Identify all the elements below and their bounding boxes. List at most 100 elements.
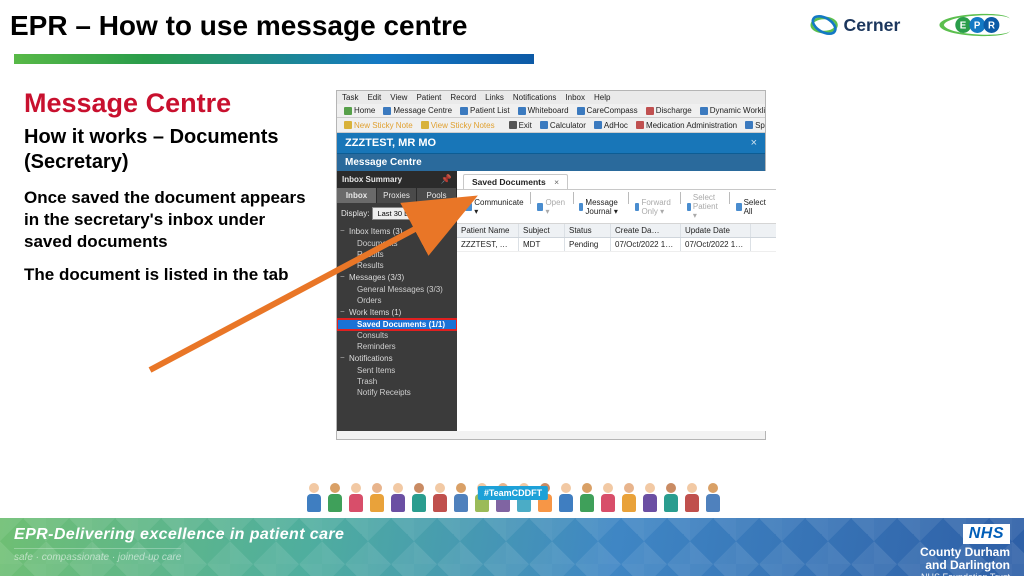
tool-new-sticky-note[interactable]: New Sticky Note xyxy=(341,120,416,131)
inbox-sidebar: Inbox Summary 📌 InboxProxiesPools Displa… xyxy=(337,171,457,431)
cartoon-person xyxy=(599,483,617,512)
menu-record[interactable]: Record xyxy=(450,93,476,102)
cartoon-person xyxy=(326,483,344,512)
tree-item-trash[interactable]: Trash xyxy=(337,376,457,387)
tool-medication-administration[interactable]: Medication Administration xyxy=(633,120,740,131)
sub-heading: How it works – Documents (Secretary) xyxy=(24,125,314,175)
red-heading: Message Centre xyxy=(24,88,314,119)
toolbar-row-1[interactable]: HomeMessage CentrePatient ListWhiteboard… xyxy=(337,104,765,118)
tool-specimen-collection[interactable]: Specimen Collection xyxy=(742,120,765,131)
tool-calculator[interactable]: Calculator xyxy=(537,120,589,131)
tree-item-results[interactable]: Results xyxy=(337,260,457,271)
tree-item-saved-documents-1-1-[interactable]: Saved Documents (1/1) xyxy=(337,319,457,330)
tree-head-inbox-items-3-[interactable]: Inbox Items (3) xyxy=(337,225,457,238)
main-tabbar[interactable]: Saved Documents × xyxy=(457,171,776,190)
cartoon-person xyxy=(641,483,659,512)
tool-adhoc[interactable]: AdHoc xyxy=(591,120,631,131)
main-toolbar[interactable]: Communicate ▾Open ▾Message Journal ▾Forw… xyxy=(457,190,776,224)
tool-exit[interactable]: Exit xyxy=(506,120,535,131)
menu-edit[interactable]: Edit xyxy=(367,93,381,102)
brand-logos: Cerner EPR xyxy=(810,10,1014,40)
tree-item-orders[interactable]: Orders xyxy=(337,295,457,306)
sidebar-tab-pools[interactable]: Pools xyxy=(417,188,457,203)
tree-item-notify-receipts[interactable]: Notify Receipts xyxy=(337,387,457,398)
app-screenshot: Task Edit View Patient Record Links Notificati… xyxy=(336,90,766,440)
inbox-tree[interactable]: Inbox Items (3)DocumentsResultsResultsMe… xyxy=(337,223,457,431)
menu-patient[interactable]: Patient xyxy=(416,93,441,102)
cartoon-person xyxy=(452,483,470,512)
tool-message-centre[interactable]: Message Centre xyxy=(380,105,455,116)
grid-header: Patient NameSubjectStatusCreate Da…Updat… xyxy=(457,224,776,238)
tree-item-reminders[interactable]: Reminders xyxy=(337,341,457,352)
cartoon-person xyxy=(410,483,428,512)
menu-inbox[interactable]: Inbox xyxy=(565,93,585,102)
cartoon-person xyxy=(305,483,323,512)
sidebar-tabs[interactable]: InboxProxiesPools xyxy=(337,188,457,203)
patient-banner[interactable]: ZZZTEST, MR MO × xyxy=(337,133,765,154)
epr-logo: EPR xyxy=(935,10,1014,40)
sidebar-tab-inbox[interactable]: Inbox xyxy=(337,188,377,203)
tree-head-messages-3-3-[interactable]: Messages (3/3) xyxy=(337,271,457,284)
col-create-da-[interactable]: Create Da… xyxy=(611,224,681,237)
tool-carecompass[interactable]: CareCompass xyxy=(574,105,641,116)
menu-task[interactable]: Task xyxy=(342,93,358,102)
menubar[interactable]: Task Edit View Patient Record Links Notificati… xyxy=(337,91,765,104)
cartoon-person xyxy=(662,483,680,512)
tree-item-results[interactable]: Results xyxy=(337,249,457,260)
patient-name: ZZZTEST, MR MO xyxy=(345,137,436,149)
team-hashtag: #TeamCDDFT xyxy=(478,486,548,500)
tree-item-sent-items[interactable]: Sent Items xyxy=(337,365,457,376)
tree-item-general-messages-3-3-[interactable]: General Messages (3/3) xyxy=(337,284,457,295)
accent-bar xyxy=(14,54,534,64)
pin-icon[interactable]: 📌 xyxy=(441,174,452,185)
main-tool-communicate[interactable]: Communicate ▾ xyxy=(462,192,527,221)
menu-view[interactable]: View xyxy=(390,93,407,102)
col-subject[interactable]: Subject xyxy=(519,224,565,237)
tool-view-sticky-notes[interactable]: View Sticky Notes xyxy=(418,120,498,131)
display-go-button[interactable]: … xyxy=(441,206,453,220)
tree-head-notifications[interactable]: Notifications xyxy=(337,352,457,365)
tab-close-icon[interactable]: × xyxy=(554,177,559,187)
tree-item-consults[interactable]: Consults xyxy=(337,330,457,341)
menu-notifications[interactable]: Notifications xyxy=(513,93,557,102)
tab-saved-documents[interactable]: Saved Documents × xyxy=(463,174,568,189)
tool-whiteboard[interactable]: Whiteboard xyxy=(515,105,572,116)
cell: 07/Oct/2022 1… xyxy=(681,238,751,251)
tool-home[interactable]: Home xyxy=(341,105,378,116)
col-update-date[interactable]: Update Date xyxy=(681,224,751,237)
display-filter[interactable]: Display: Last 30 Days … xyxy=(337,203,457,223)
cartoon-person xyxy=(683,483,701,512)
cartoon-person xyxy=(389,483,407,512)
svg-text:R: R xyxy=(988,21,995,32)
menu-help[interactable]: Help xyxy=(594,93,610,102)
slide-header: EPR – How to use message centre Cerner E… xyxy=(10,10,1014,42)
svg-text:E: E xyxy=(959,21,966,32)
display-select[interactable]: Last 30 Days xyxy=(372,207,438,220)
cell: 07/Oct/2022 1… xyxy=(611,238,681,251)
cartoon-person xyxy=(347,483,365,512)
close-patient-icon[interactable]: × xyxy=(751,137,757,149)
menu-links[interactable]: Links xyxy=(485,93,504,102)
tree-head-work-items-1-[interactable]: Work Items (1) xyxy=(337,306,457,319)
nhs-logo: NHS xyxy=(963,524,1010,544)
tool-patient-list[interactable]: Patient List xyxy=(457,105,513,116)
main-tool-forward-only: Forward Only ▾ xyxy=(632,192,677,221)
sidebar-tab-proxies[interactable]: Proxies xyxy=(377,188,417,203)
main-pane: Saved Documents × Communicate ▾Open ▾Mes… xyxy=(457,171,776,431)
tree-item-documents[interactable]: Documents xyxy=(337,238,457,249)
main-tool-select-all[interactable]: Select All xyxy=(733,192,771,221)
footer-subtag: safe · compassionate · joined-up care xyxy=(14,548,181,563)
left-column: Message Centre How it works – Documents … xyxy=(24,88,314,298)
col-status[interactable]: Status xyxy=(565,224,611,237)
col-patient-name[interactable]: Patient Name xyxy=(457,224,519,237)
cell: Pending xyxy=(565,238,611,251)
tool-dynamic-worklist[interactable]: Dynamic Worklist xyxy=(697,105,765,116)
cell: ZZZTEST, MR … xyxy=(457,238,519,251)
grid-row[interactable]: ZZZTEST, MR …MDTPending07/Oct/2022 1…07/… xyxy=(457,238,776,252)
tool-discharge[interactable]: Discharge xyxy=(643,105,695,116)
toolbar-row-2[interactable]: New Sticky NoteView Sticky Notes ExitCalc… xyxy=(337,118,765,133)
main-tool-message-journal[interactable]: Message Journal ▾ xyxy=(576,192,625,221)
cartoon-person xyxy=(704,483,722,512)
svg-text:Cerner: Cerner xyxy=(843,15,900,35)
cartoon-person xyxy=(578,483,596,512)
